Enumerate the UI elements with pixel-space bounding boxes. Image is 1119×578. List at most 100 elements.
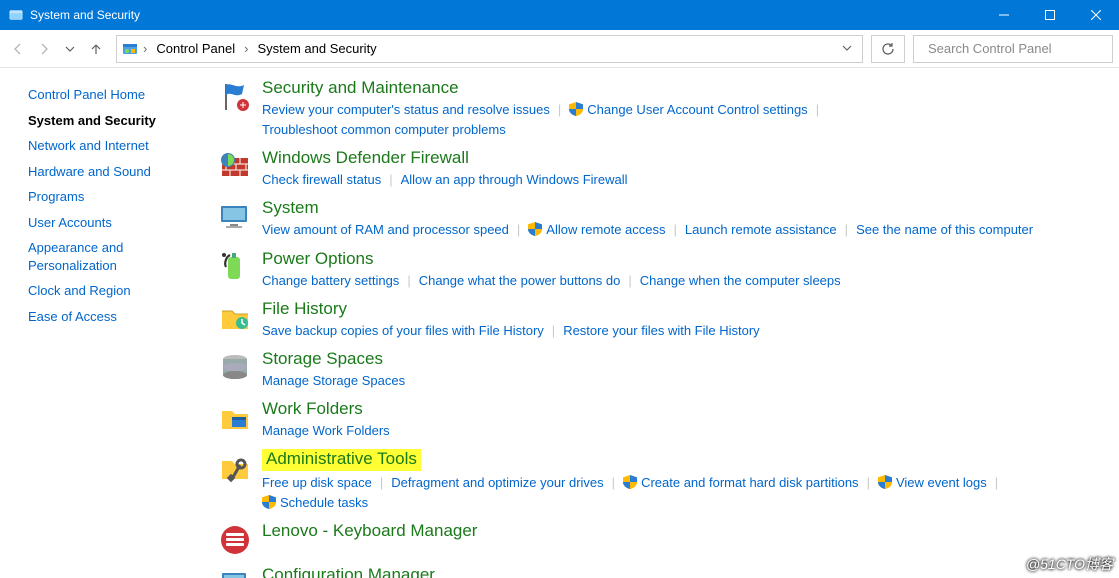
link-security-maintenance-2[interactable]: Troubleshoot common computer problems xyxy=(262,120,506,140)
separator: | xyxy=(407,271,410,291)
separator: | xyxy=(816,100,819,120)
link-admintools-2[interactable]: Create and format hard disk partitions xyxy=(623,473,859,493)
link-workfolders-0[interactable]: Manage Work Folders xyxy=(262,421,390,441)
sidebar-item-clock-and-region[interactable]: Clock and Region xyxy=(28,278,204,304)
category-system: SystemView amount of RAM and processor s… xyxy=(218,196,1109,240)
nav-up-button[interactable] xyxy=(84,37,108,61)
chevron-right-icon[interactable]: › xyxy=(141,41,149,56)
category-workfolders: Work FoldersManage Work Folders xyxy=(218,397,1109,441)
workfolders-icon xyxy=(218,401,252,435)
separator: | xyxy=(628,271,631,291)
search-box[interactable] xyxy=(913,35,1113,63)
link-security-maintenance-0[interactable]: Review your computer's status and resolv… xyxy=(262,100,550,120)
chevron-right-icon[interactable]: › xyxy=(242,41,250,56)
navigation-toolbar: › Control Panel › System and Security xyxy=(0,30,1119,68)
link-system-1[interactable]: Allow remote access xyxy=(528,220,665,240)
link-power-1[interactable]: Change what the power buttons do xyxy=(419,271,621,291)
refresh-button[interactable] xyxy=(871,35,905,63)
category-heading-power[interactable]: Power Options xyxy=(262,249,374,269)
sidebar-item-programs[interactable]: Programs xyxy=(28,184,204,210)
configmgr-icon xyxy=(218,567,252,578)
filehistory-icon xyxy=(218,301,252,335)
sidebar-item-network-and-internet[interactable]: Network and Internet xyxy=(28,133,204,159)
category-configmgr: Configuration Manager xyxy=(218,563,1109,578)
sidebar-item-system-and-security[interactable]: System and Security xyxy=(28,108,204,134)
uac-shield-icon xyxy=(569,102,583,116)
separator: | xyxy=(552,321,555,341)
link-power-2[interactable]: Change when the computer sleeps xyxy=(640,271,841,291)
nav-back-button[interactable] xyxy=(6,37,30,61)
separator: | xyxy=(845,220,848,240)
breadcrumb-current[interactable]: System and Security xyxy=(252,39,381,58)
window-minimize-button[interactable] xyxy=(981,0,1027,30)
lenovo-icon xyxy=(218,523,252,557)
separator: | xyxy=(995,473,998,493)
link-filehistory-1[interactable]: Restore your files with File History xyxy=(563,321,760,341)
category-filehistory: File HistorySave backup copies of your f… xyxy=(218,297,1109,341)
titlebar-app-icon xyxy=(8,7,24,23)
separator: | xyxy=(612,473,615,493)
separator: | xyxy=(674,220,677,240)
category-heading-workfolders[interactable]: Work Folders xyxy=(262,399,363,419)
storage-icon xyxy=(218,351,252,385)
category-firewall: Windows Defender FirewallCheck firewall … xyxy=(218,146,1109,190)
link-power-0[interactable]: Change battery settings xyxy=(262,271,399,291)
content-pane: Security and MaintenanceReview your comp… xyxy=(208,68,1119,578)
firewall-icon xyxy=(218,150,252,184)
address-bar[interactable]: › Control Panel › System and Security xyxy=(116,35,863,63)
link-admintools-1[interactable]: Defragment and optimize your drives xyxy=(391,473,603,493)
window-title: System and Security xyxy=(30,8,140,22)
window-titlebar: System and Security xyxy=(0,0,1119,30)
sidebar-item-control-panel-home[interactable]: Control Panel Home xyxy=(28,82,204,108)
address-dropdown-icon[interactable] xyxy=(836,41,858,56)
uac-shield-icon xyxy=(623,475,637,489)
category-heading-security-maintenance[interactable]: Security and Maintenance xyxy=(262,78,459,98)
uac-shield-icon xyxy=(262,495,276,509)
sidebar: Control Panel HomeSystem and SecurityNet… xyxy=(0,68,208,578)
link-system-2[interactable]: Launch remote assistance xyxy=(685,220,837,240)
link-admintools-0[interactable]: Free up disk space xyxy=(262,473,372,493)
link-admintools-3[interactable]: View event logs xyxy=(878,473,987,493)
sidebar-item-appearance-and-personalization[interactable]: Appearance and Personalization xyxy=(28,235,204,278)
category-heading-admintools[interactable]: Administrative Tools xyxy=(262,449,421,471)
admintools-icon xyxy=(218,451,252,485)
sidebar-item-hardware-and-sound[interactable]: Hardware and Sound xyxy=(28,159,204,185)
category-heading-filehistory[interactable]: File History xyxy=(262,299,347,319)
category-heading-storage[interactable]: Storage Spaces xyxy=(262,349,383,369)
category-power: Power OptionsChange battery settings | Cha… xyxy=(218,247,1109,291)
window-maximize-button[interactable] xyxy=(1027,0,1073,30)
category-heading-lenovo[interactable]: Lenovo - Keyboard Manager xyxy=(262,521,477,541)
search-input[interactable] xyxy=(926,40,1106,57)
link-security-maintenance-1[interactable]: Change User Account Control settings xyxy=(569,100,807,120)
category-heading-configmgr[interactable]: Configuration Manager xyxy=(262,565,435,578)
system-icon xyxy=(218,200,252,234)
link-admintools-4[interactable]: Schedule tasks xyxy=(262,493,368,513)
link-system-0[interactable]: View amount of RAM and processor speed xyxy=(262,220,509,240)
uac-shield-icon xyxy=(878,475,892,489)
nav-forward-button[interactable] xyxy=(32,37,56,61)
link-firewall-0[interactable]: Check firewall status xyxy=(262,170,381,190)
category-security-maintenance: Security and MaintenanceReview your comp… xyxy=(218,76,1109,140)
breadcrumb-root[interactable]: Control Panel xyxy=(151,39,240,58)
category-heading-system[interactable]: System xyxy=(262,198,319,218)
category-lenovo: Lenovo - Keyboard Manager xyxy=(218,519,1109,557)
control-panel-icon xyxy=(121,40,139,58)
nav-recent-dropdown[interactable] xyxy=(58,37,82,61)
separator: | xyxy=(517,220,520,240)
separator: | xyxy=(389,170,392,190)
link-storage-0[interactable]: Manage Storage Spaces xyxy=(262,371,405,391)
sidebar-item-user-accounts[interactable]: User Accounts xyxy=(28,210,204,236)
category-heading-firewall[interactable]: Windows Defender Firewall xyxy=(262,148,469,168)
link-filehistory-0[interactable]: Save backup copies of your files with Fi… xyxy=(262,321,544,341)
link-system-3[interactable]: See the name of this computer xyxy=(856,220,1033,240)
window-close-button[interactable] xyxy=(1073,0,1119,30)
link-firewall-1[interactable]: Allow an app through Windows Firewall xyxy=(401,170,628,190)
separator: | xyxy=(867,473,870,493)
category-storage: Storage SpacesManage Storage Spaces xyxy=(218,347,1109,391)
uac-shield-icon xyxy=(528,222,542,236)
separator: | xyxy=(558,100,561,120)
separator: | xyxy=(380,473,383,493)
power-icon xyxy=(218,251,252,285)
sidebar-item-ease-of-access[interactable]: Ease of Access xyxy=(28,304,204,330)
category-admintools: Administrative ToolsFree up disk space | D… xyxy=(218,447,1109,513)
